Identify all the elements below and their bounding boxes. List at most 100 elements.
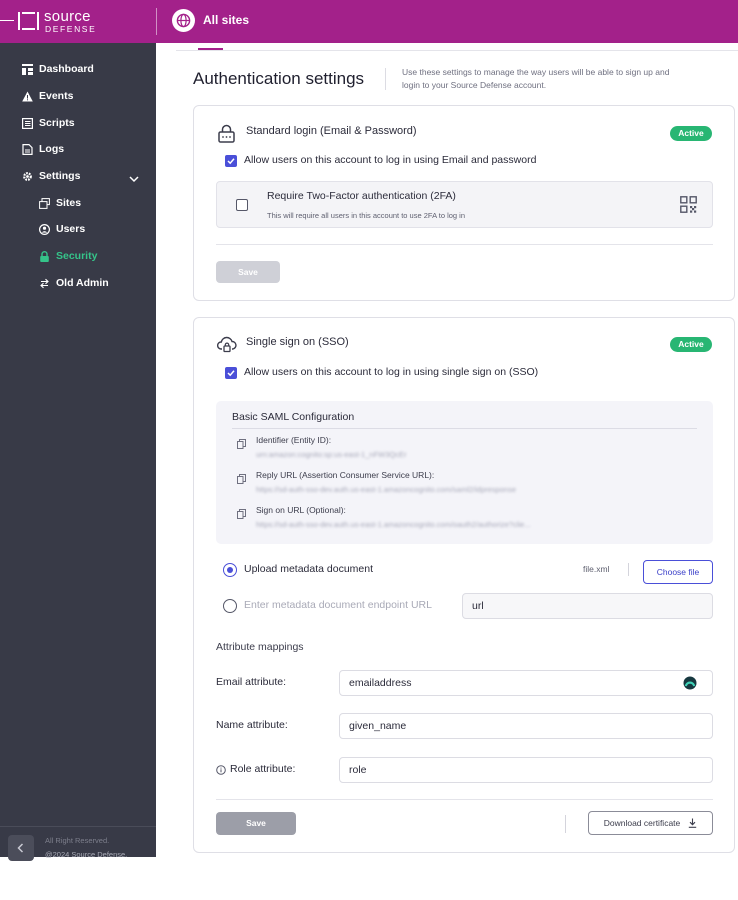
sidebar-item-sites[interactable]: Sites (39, 195, 81, 211)
standard-login-save-button[interactable]: Save (216, 261, 280, 283)
metadata-url-input[interactable] (462, 593, 713, 619)
password-manager-icon[interactable] (683, 676, 697, 690)
sso-save-button[interactable]: Save (216, 812, 296, 835)
email-attribute-label: Email attribute: (216, 676, 287, 688)
download-certificate-button[interactable]: Download certificate (588, 811, 713, 835)
title-divider (385, 68, 386, 90)
require-2fa-checkbox[interactable] (236, 199, 248, 211)
active-tab-indicator (198, 48, 223, 50)
saml-label: Identifier (Entity ID): (256, 435, 332, 445)
lock-icon (39, 250, 50, 262)
site-selector-label[interactable]: All sites (203, 13, 249, 27)
sidebar-item-events[interactable]: Events (22, 88, 73, 104)
cloud-lock-icon (217, 336, 237, 353)
saml-label: Reply URL (Assertion Consumer Service UR… (256, 470, 435, 480)
sidebar-item-label: Scripts (39, 117, 75, 129)
upload-metadata-label[interactable]: Upload metadata document (244, 563, 373, 575)
saml-value: https://sd-auth-sso-dev.auth.us-east-1.a… (256, 520, 531, 529)
saml-title: Basic SAML Configuration (232, 411, 355, 423)
allow-sso-login-label[interactable]: Allow users on this account to log in us… (244, 366, 538, 378)
require-2fa-description: This will require all users in this acco… (267, 211, 466, 220)
checkmark-icon (227, 370, 235, 377)
allow-sso-login-checkbox[interactable] (225, 367, 237, 379)
sidebar-item-users[interactable]: Users (38, 221, 86, 237)
top-divider (156, 8, 157, 35)
chevron-down-icon[interactable] (129, 175, 139, 183)
logs-icon (22, 143, 33, 155)
card-divider (216, 244, 713, 245)
checkmark-icon (227, 158, 235, 165)
name-attribute-input[interactable] (339, 713, 713, 739)
sites-icon (39, 197, 50, 209)
footer-divider (565, 815, 566, 833)
standard-login-card: Standard login (Email & Password) Active… (193, 105, 735, 301)
sidebar: Dashboard Events Scripts Logs Settings S… (0, 43, 156, 861)
file-divider (628, 563, 629, 576)
swap-icon (39, 278, 50, 289)
sidebar-item-label: Events (39, 90, 74, 102)
dashboard-icon (22, 63, 33, 75)
upload-metadata-radio[interactable] (223, 563, 237, 577)
logo-text-bottom: DEFENSE (45, 24, 97, 34)
endpoint-url-label[interactable]: Enter metadata document endpoint URL (244, 599, 432, 611)
allow-email-login-label[interactable]: Allow users on this account to log in us… (244, 154, 536, 166)
role-attribute-input[interactable] (339, 757, 713, 783)
sidebar-item-logs[interactable]: Logs (22, 141, 64, 157)
email-attribute-input[interactable] (339, 670, 713, 696)
role-attribute-label: Role attribute: (230, 763, 296, 775)
selected-file-name: file.xml (583, 564, 610, 574)
page-description: Use these settings to manage the way use… (402, 67, 670, 90)
sidebar-item-label: Dashboard (39, 63, 94, 75)
source-defense-logo[interactable]: source DEFENSE (0, 8, 100, 34)
scripts-icon (22, 117, 34, 129)
footer-copyright-text: @2024 Source Defense. (45, 850, 128, 859)
sidebar-item-label: Security (56, 250, 98, 262)
saml-divider (232, 428, 697, 429)
saml-configuration-panel: Basic SAML Configuration Identifier (Ent… (216, 401, 713, 544)
allow-email-login-checkbox[interactable] (225, 155, 237, 167)
copy-icon[interactable] (237, 509, 246, 519)
standard-login-title: Standard login (Email & Password) (246, 125, 417, 137)
globe-icon (176, 13, 191, 28)
page-title: Authentication settings (193, 69, 365, 88)
sidebar-item-settings[interactable]: Settings (22, 168, 80, 184)
download-certificate-label: Download certificate (603, 818, 681, 828)
users-icon (38, 223, 51, 235)
sidebar-item-scripts[interactable]: Scripts (22, 115, 75, 131)
sidebar-item-label: Logs (39, 143, 65, 155)
sidebar-item-dashboard[interactable]: Dashboard (22, 61, 94, 77)
logo-bracket-icon (18, 12, 39, 30)
sidebar-item-label: Sites (56, 197, 82, 209)
card-divider (216, 799, 713, 800)
require-2fa-title[interactable]: Require Two-Factor authentication (2FA) (267, 190, 456, 202)
saml-label: Sign on URL (Optional): (256, 505, 346, 515)
warning-icon (22, 91, 33, 102)
twofa-option: Require Two-Factor authentication (2FA) … (216, 181, 713, 228)
sidebar-item-label: Settings (39, 170, 81, 182)
status-badge: Active (670, 126, 712, 141)
lock-icon (218, 124, 235, 143)
chevron-left-icon (17, 843, 24, 853)
sidebar-item-security[interactable]: Security (39, 248, 97, 264)
copy-icon[interactable] (237, 439, 246, 449)
status-badge: Active (670, 337, 712, 352)
sidebar-footer: All Right Reserved. @2024 Source Defense… (0, 826, 156, 861)
logo-accent-line (0, 20, 14, 21)
gear-icon (22, 171, 33, 182)
choose-file-button[interactable]: Choose file (643, 560, 713, 584)
site-selector-button[interactable] (172, 9, 195, 32)
name-attribute-label: Name attribute: (216, 719, 288, 731)
saml-value: urn:amazon:cognito:sp:us-east-1_nFW3QcEr (256, 450, 407, 459)
sidebar-item-label: Old Admin (56, 277, 109, 289)
top-bar: source DEFENSE All sites (0, 0, 738, 43)
collapse-sidebar-button[interactable] (8, 835, 34, 861)
endpoint-url-radio[interactable] (223, 599, 237, 613)
attribute-mappings-heading: Attribute mappings (216, 641, 304, 653)
sidebar-item-old-admin[interactable]: Old Admin (39, 275, 109, 291)
sidebar-item-label: Users (56, 223, 86, 235)
download-icon (689, 818, 697, 828)
logo-text-top: source (44, 8, 91, 25)
info-icon[interactable] (216, 765, 226, 775)
tab-bar-line (176, 50, 738, 51)
copy-icon[interactable] (237, 474, 246, 484)
